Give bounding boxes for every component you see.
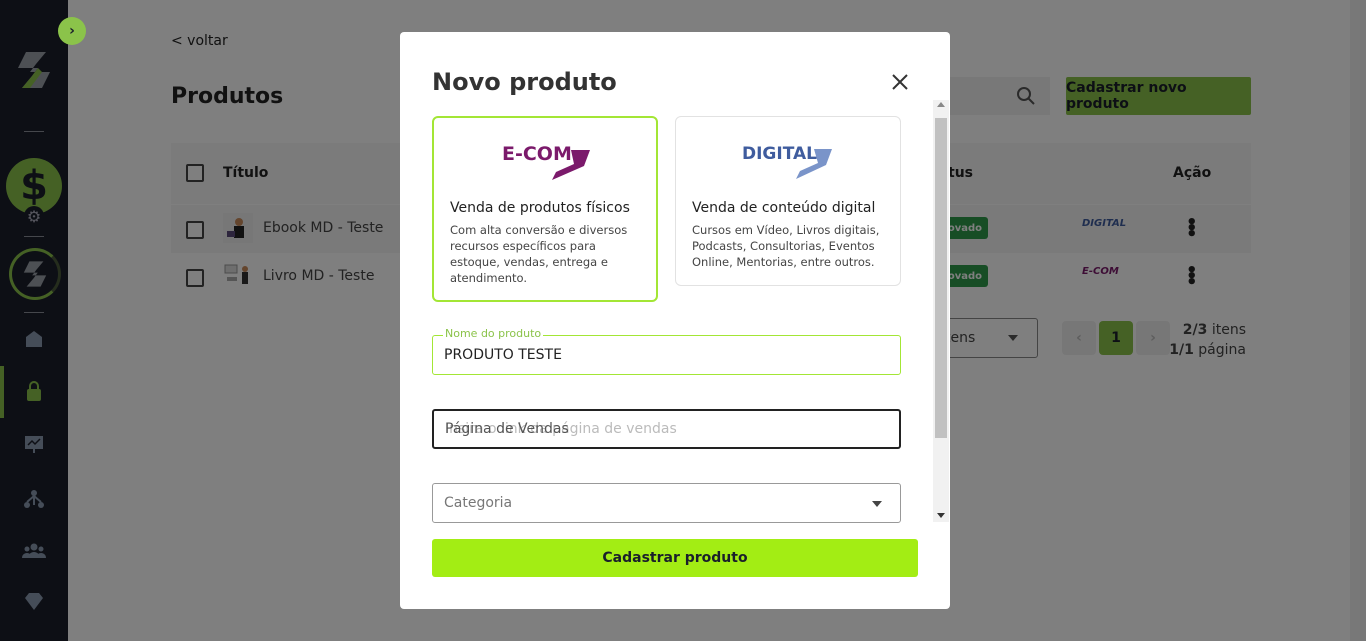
card-heading: Venda de produtos físicos: [450, 200, 630, 216]
digital-logo-text: DIGITAL: [742, 144, 817, 164]
card-description: Com alta conversão e diversos recursos e…: [450, 223, 628, 285]
scroll-up-icon[interactable]: [937, 102, 945, 107]
sales-page-label: Página de Vendas: [445, 421, 569, 437]
scroll-down-icon[interactable]: [937, 513, 945, 518]
new-product-modal: Novo produto E-COM Venda de produtos fís…: [400, 32, 950, 609]
product-name-value: PRODUTO TESTE: [444, 347, 562, 363]
submit-product-button[interactable]: Cadastrar produto: [432, 539, 918, 577]
card-description: Cursos em Vídeo, Livros digitais, Podcas…: [692, 223, 880, 269]
close-icon[interactable]: [888, 70, 912, 94]
card-heading: Venda de conteúdo digital: [692, 200, 876, 216]
modal-scrollbar[interactable]: [933, 100, 949, 522]
sidebar-toggle-button[interactable]: ›: [58, 17, 86, 45]
ecom-logo: E-COM: [434, 138, 656, 188]
ecom-logo-text: E-COM: [502, 143, 572, 165]
product-name-label: Nome do produto: [443, 327, 544, 340]
modal-title: Novo produto: [432, 68, 617, 96]
product-type-card-physical[interactable]: E-COM Venda de produtos físicos Com alta…: [432, 116, 658, 302]
product-type-card-digital[interactable]: DIGITAL Venda de conteúdo digital Cursos…: [675, 116, 901, 286]
chevron-down-icon: [872, 501, 882, 507]
category-select[interactable]: Categoria: [432, 483, 901, 523]
digital-logo: DIGITAL: [676, 137, 900, 187]
scrollbar-thumb[interactable]: [935, 118, 947, 438]
product-name-field[interactable]: Nome do produto PRODUTO TESTE: [432, 327, 901, 375]
category-label: Categoria: [444, 495, 513, 511]
sales-page-field[interactable]: Insira o link da página de vendas Página…: [432, 409, 901, 449]
